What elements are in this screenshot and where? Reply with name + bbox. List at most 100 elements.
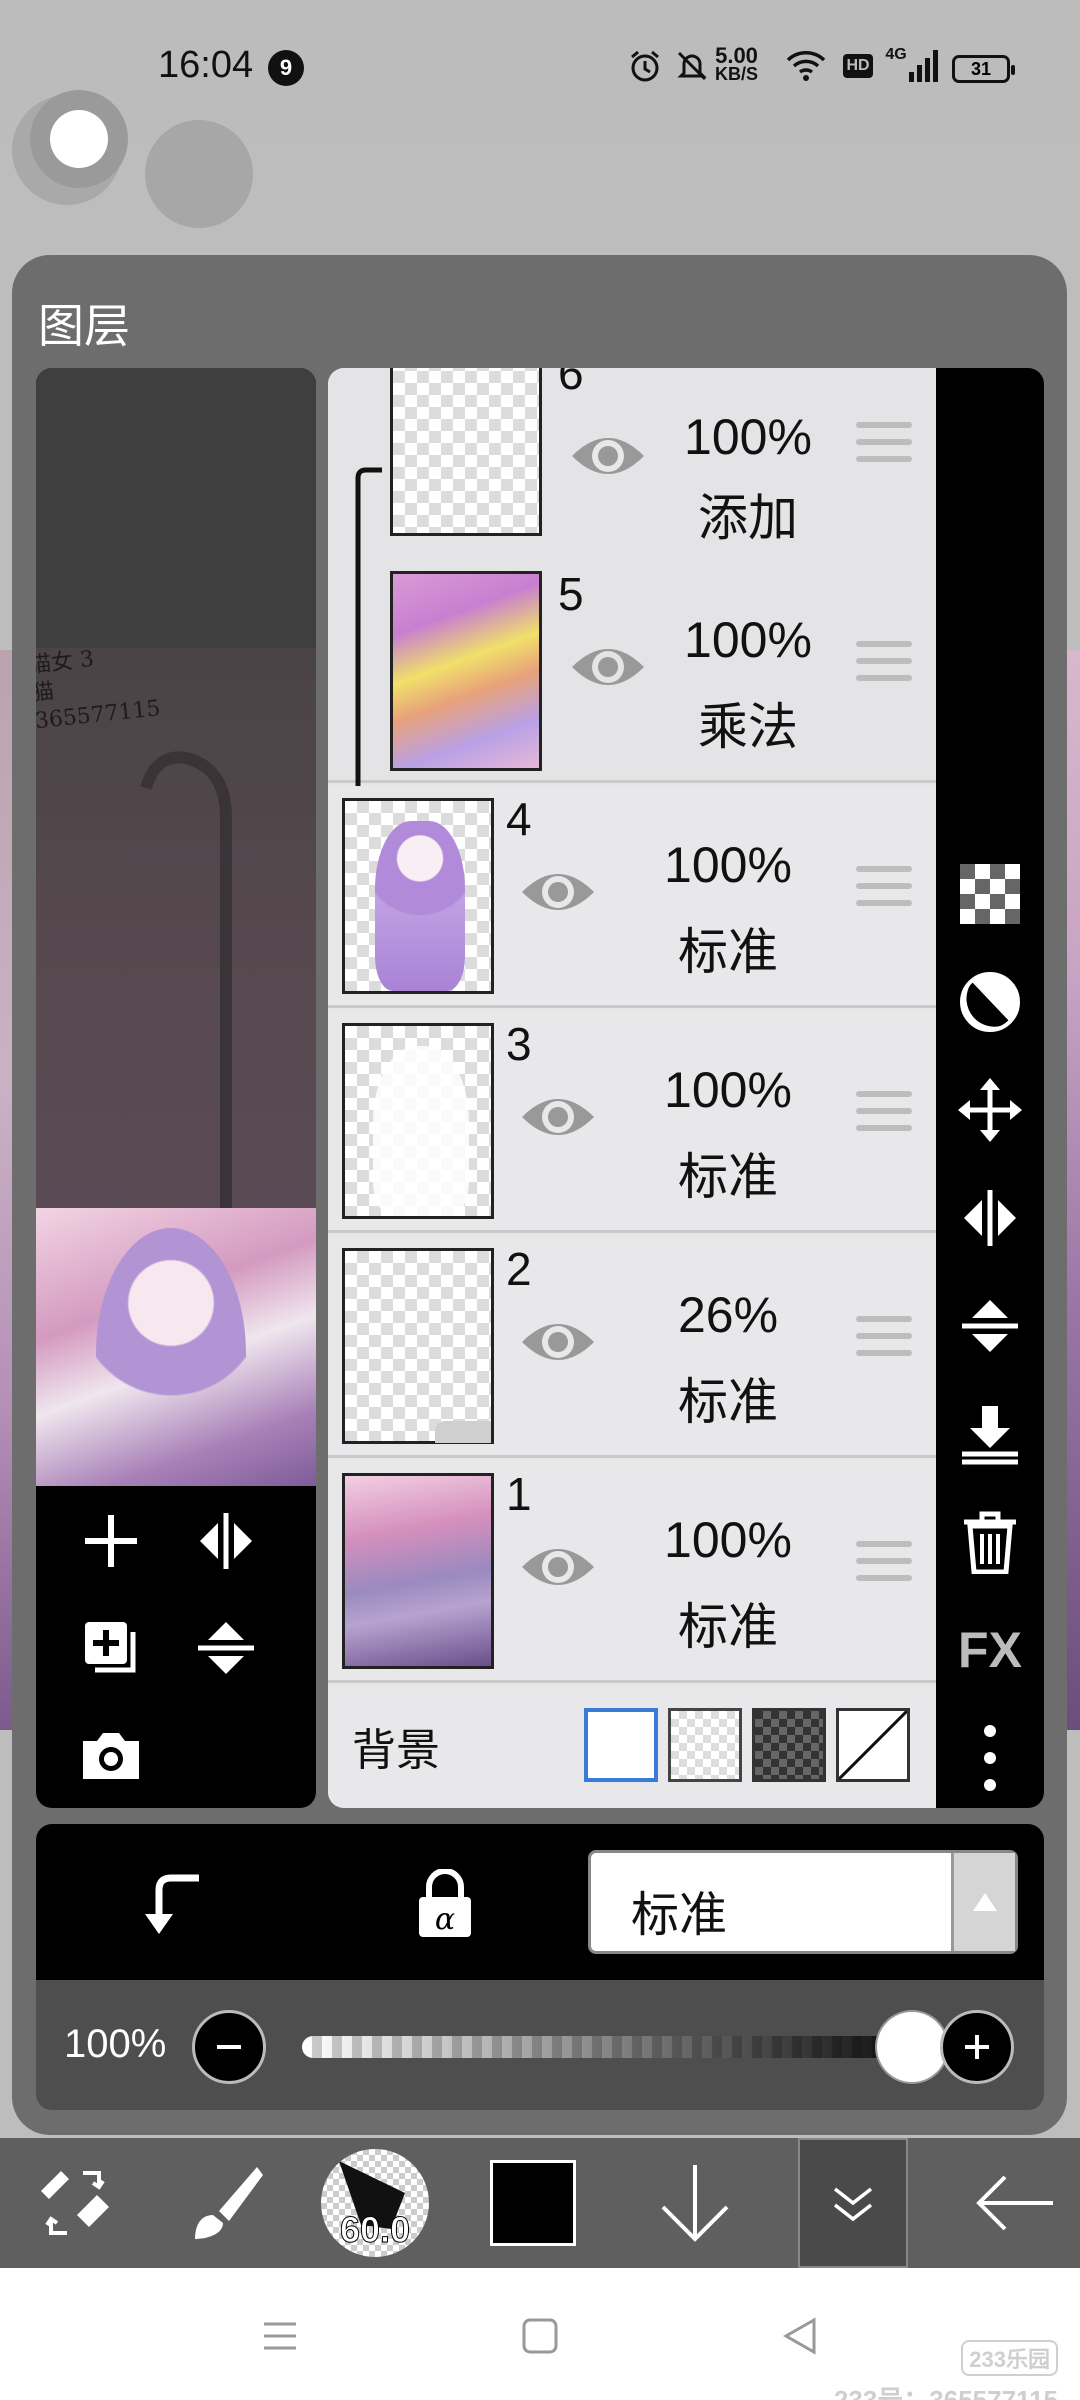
layer-thumbnail — [390, 368, 542, 536]
duplicate-icon — [85, 1622, 136, 1673]
dropdown-arrow-icon[interactable] — [951, 1853, 1015, 1951]
battery-indicator: 31 — [952, 55, 1015, 83]
layer-thumbnail — [390, 571, 542, 771]
visibility-eye-icon[interactable] — [518, 1537, 598, 1597]
layer-number: 1 — [506, 1468, 532, 1520]
layer-blend-mode: 标准 — [678, 924, 778, 980]
visibility-eye-icon[interactable] — [518, 862, 598, 922]
brush-tool-button[interactable] — [150, 2138, 300, 2268]
home-square-icon — [522, 2318, 558, 2354]
layer-opacity: 26% — [677, 1287, 779, 1343]
nav-home-button[interactable] — [505, 2308, 575, 2364]
layer-number: 5 — [558, 568, 584, 620]
transparency-lock-button[interactable] — [936, 848, 1044, 940]
layer-opacity: 100% — [664, 1512, 792, 1568]
layer-row-1[interactable]: 1 100% 标准 — [328, 1461, 936, 1683]
mute-icon — [672, 46, 712, 86]
layer-thumbnail — [342, 1023, 494, 1219]
blend-mode-value: 标准 — [631, 1889, 728, 1942]
nav-menu-button[interactable] — [245, 2308, 315, 2364]
layer-flip-vertical-button[interactable] — [936, 1280, 1044, 1372]
trash-icon — [964, 1511, 1016, 1574]
hd-icon: HD — [840, 46, 876, 86]
brush-size-button[interactable]: 60.0 — [300, 2138, 450, 2268]
visibility-eye-icon[interactable] — [568, 637, 648, 697]
bottom-toolbar: 60.0 — [0, 2138, 1080, 2268]
opacity-slider-knob[interactable] — [877, 2012, 947, 2082]
layer-blend-mode: 添加 — [698, 490, 798, 546]
back-arrow-button[interactable] — [940, 2138, 1080, 2268]
character-figure — [375, 821, 465, 991]
more-options-button[interactable] — [936, 1712, 1044, 1804]
bg-none-swatch[interactable] — [836, 1708, 910, 1782]
more-vertical-icon — [984, 1725, 996, 1791]
layer-thumbnail — [342, 1248, 494, 1444]
plus-icon — [965, 2035, 989, 2059]
layer-opacity: 100% — [664, 1062, 792, 1118]
merge-down-button[interactable] — [936, 1388, 1044, 1480]
invert-button[interactable] — [936, 956, 1044, 1048]
visibility-eye-icon[interactable] — [568, 426, 648, 486]
watermark-logo: 233乐园 — [961, 2340, 1058, 2376]
layer-row-6[interactable]: 6 100% 添加 — [328, 368, 936, 578]
alarm-icon — [625, 46, 665, 86]
tool-switch-button[interactable] — [0, 2138, 150, 2268]
checker-icon — [960, 864, 1020, 924]
flip-vertical-icon — [962, 1300, 1018, 1352]
blend-mode-select[interactable]: 标准 — [588, 1850, 1018, 1954]
move-arrows-icon — [958, 1078, 1022, 1142]
alpha-lock-button[interactable]: α — [400, 1862, 490, 1946]
flip-vertical-button[interactable] — [181, 1603, 271, 1693]
duplicate-layer-button[interactable] — [66, 1603, 156, 1693]
drag-handle-icon[interactable] — [856, 641, 912, 691]
visibility-eye-icon[interactable] — [518, 1312, 598, 1372]
color-picker-button[interactable] — [458, 2138, 608, 2268]
eraser-swap-icon — [41, 2171, 109, 2235]
network-speed: 5.00 KB/S — [715, 45, 758, 84]
visibility-eye-icon[interactable] — [518, 1087, 598, 1147]
canvas-preview-column: 猫女 3猫 365577115 — [36, 368, 316, 1808]
drag-handle-icon[interactable] — [856, 1091, 912, 1141]
camera-button[interactable] — [66, 1710, 156, 1800]
clipping-toggle-button[interactable] — [130, 1864, 220, 1944]
drag-handle-icon[interactable] — [856, 1541, 912, 1591]
bg-dark-checker-swatch[interactable] — [752, 1708, 826, 1782]
opacity-increase-button[interactable] — [940, 2010, 1014, 2084]
flip-horizontal-icon — [964, 1190, 1016, 1246]
white-silhouette — [373, 1046, 469, 1216]
flip-vertical-icon — [198, 1622, 254, 1674]
layers-panel-toggle[interactable] — [798, 2138, 908, 2268]
bg-transparent-swatch[interactable] — [668, 1708, 742, 1782]
nav-back-button[interactable] — [765, 2308, 835, 2364]
layer-row-5[interactable]: 5 100% 乘法 — [328, 561, 936, 783]
layer-row-3[interactable]: 3 100% 标准 — [328, 1011, 936, 1233]
layer-flip-horizontal-button[interactable] — [936, 1172, 1044, 1264]
current-color-swatch — [490, 2160, 576, 2246]
plus-icon — [85, 1515, 137, 1567]
opacity-label: 100% — [64, 2022, 167, 2066]
double-chevron-down-icon — [833, 2187, 873, 2222]
notification-count-badge: 9 — [268, 50, 304, 86]
fx-button[interactable]: FX — [936, 1604, 1044, 1696]
layer-tools-toolbar: FX — [936, 368, 1044, 1808]
drag-handle-icon[interactable] — [856, 1316, 912, 1366]
brush-size-value: 60.0 — [339, 2209, 411, 2251]
layer-row-2[interactable]: 2 26% 标准 — [328, 1236, 936, 1458]
opacity-decrease-button[interactable] — [192, 2010, 266, 2084]
contrast-icon — [960, 972, 1020, 1032]
move-layer-button[interactable] — [936, 1064, 1044, 1156]
bg-white-swatch[interactable] — [584, 1708, 658, 1782]
drag-handle-icon[interactable] — [856, 422, 912, 472]
layer-down-button[interactable] — [620, 2138, 770, 2268]
layers-list[interactable]: 6 100% 添加 5 100% 乘法 4 100% 标准 3 100% 标准 … — [328, 368, 936, 1808]
color-preview-circle[interactable] — [145, 120, 253, 228]
drag-handle-icon[interactable] — [856, 866, 912, 916]
delete-layer-button[interactable] — [936, 1496, 1044, 1588]
signal-icon: 4G — [884, 46, 940, 86]
flip-horizontal-button[interactable] — [181, 1496, 271, 1586]
add-layer-button[interactable] — [66, 1496, 156, 1586]
canvas-thumbnail[interactable] — [36, 1208, 316, 1486]
layer-row-4[interactable]: 4 100% 标准 — [328, 786, 936, 1008]
opacity-slider-track[interactable] — [302, 2036, 912, 2058]
layer-opacity: 100% — [684, 409, 812, 465]
